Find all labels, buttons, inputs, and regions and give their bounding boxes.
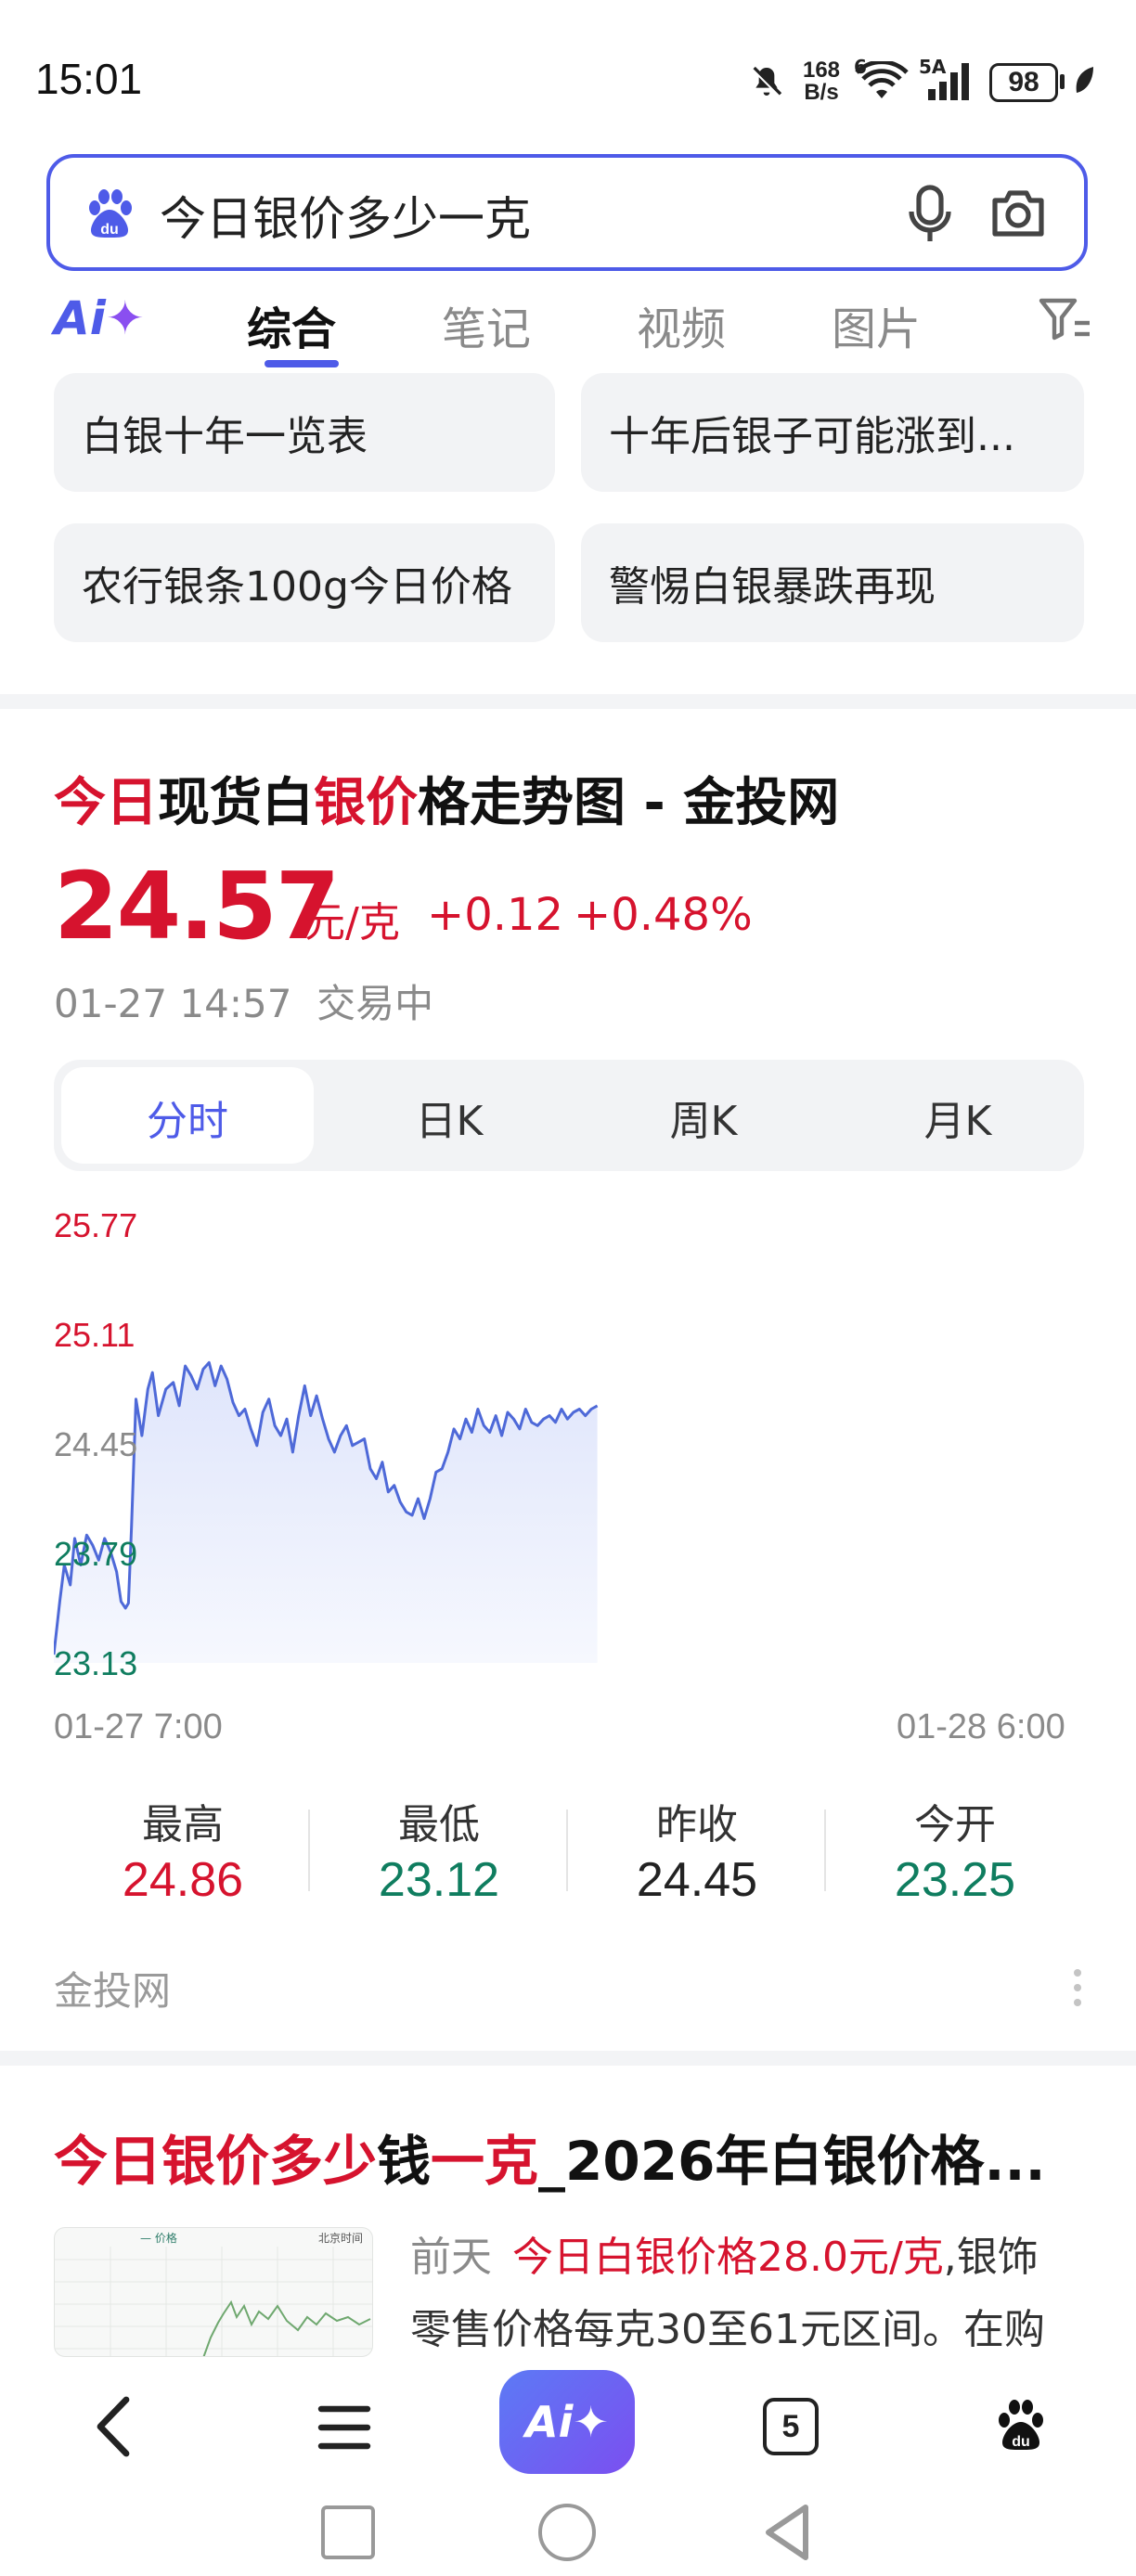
leaf-icon (1069, 61, 1101, 102)
wifi-badge: 6 (854, 56, 867, 78)
tabs-icon[interactable]: 5 (763, 2398, 819, 2455)
result-snippet-line2: 零售价格每克30至61元区间。在购 (410, 2306, 1045, 2353)
battery-tip (1060, 74, 1065, 89)
stat-divider (308, 1810, 310, 1891)
baidu-paw-icon[interactable]: du (991, 2394, 1051, 2455)
stat-open-label: 今开 (914, 1801, 996, 1848)
baidu-paw-icon: du (80, 184, 139, 243)
thumb-time-label: 北京时间 (318, 2232, 364, 2245)
menu-icon[interactable] (316, 2402, 373, 2454)
net-speed-unit: B/s (804, 80, 839, 105)
stat-low-label: 最低 (398, 1801, 480, 1848)
y-tick-label: 23.79 (54, 1535, 138, 1573)
recents-system-button[interactable] (321, 2505, 375, 2559)
y-tick-label: 24.45 (54, 1425, 138, 1463)
price-change: +0.12 (427, 889, 564, 941)
price-unit: 元/克 (304, 899, 400, 947)
stat-prev-close-label: 昨收 (656, 1801, 738, 1848)
title-highlight: 银价 (314, 773, 418, 833)
title-highlight: 一克 (431, 2130, 539, 2193)
more-options-icon[interactable] (1073, 1967, 1082, 2008)
y-tick-label: 25.77 (54, 1206, 138, 1244)
tab-images[interactable]: 图片 (832, 292, 921, 357)
title-text: 钱 (377, 2130, 432, 2193)
back-icon[interactable] (91, 2394, 139, 2459)
source-label[interactable]: 金投网 (54, 1960, 171, 2016)
ai-assistant-button[interactable]: Ai ✦ (499, 2370, 635, 2474)
svg-text:du: du (1012, 2434, 1030, 2450)
tab-notes[interactable]: 笔记 (442, 292, 531, 357)
suggestion-chip[interactable]: 农行银条100g今日价格 (54, 523, 555, 642)
current-price: 24.57 (54, 852, 340, 960)
quote-card-title[interactable]: 今日现货白银价格走势图 - 金投网 (54, 761, 839, 836)
signal-icon: 5A (919, 56, 978, 102)
snippet-highlight: 今日白银价格28.0元/克 (512, 2234, 944, 2281)
suggestion-chip[interactable]: 白银十年一览表 (54, 373, 555, 492)
sparkle-icon: ✦ (573, 2397, 609, 2447)
stat-high-value: 24.86 (122, 1853, 244, 1907)
result-snippet-line1: 前天 今日白银价格28.0元/克,银饰 (410, 2223, 1039, 2283)
period-tab-intraday[interactable]: 分时 (61, 1088, 314, 1147)
cell-badge: 5A (919, 56, 947, 78)
sparkle-icon: ✦ (105, 291, 145, 345)
x-tick-label: 01-27 7:00 (54, 1707, 223, 1746)
stat-divider (566, 1810, 568, 1891)
x-tick-label: 01-28 6:00 (897, 1707, 1065, 1746)
trade-timestamp-status: 01-27 14:57 交易中 (54, 981, 434, 1026)
stat-prev-close-value: 24.45 (636, 1853, 758, 1907)
title-text: 格走势图 - 金投网 (418, 773, 840, 833)
section-divider (0, 2051, 1136, 2066)
tab-count: 5 (781, 2408, 800, 2444)
net-speed: 168 B/s (800, 59, 843, 104)
tab-all[interactable]: 综合 (247, 292, 336, 357)
status-time: 15:01 (35, 55, 143, 103)
ai-tab-label: Ai (54, 291, 106, 345)
thumb-legend: — 价格 (140, 2232, 177, 2245)
battery-icon: 98 (989, 63, 1058, 102)
stat-open-value: 23.25 (894, 1853, 1016, 1907)
section-divider (0, 694, 1136, 709)
camera-icon[interactable] (989, 186, 1047, 239)
battery-level: 98 (1008, 67, 1039, 97)
tab-videos[interactable]: 视频 (637, 292, 726, 357)
snippet-text: ,银饰 (943, 2234, 1039, 2281)
suggestion-chip[interactable]: 十年后银子可能涨到... (581, 373, 1084, 492)
net-speed-value: 168 (802, 58, 841, 83)
stat-high-label: 最高 (142, 1801, 224, 1848)
title-text: _2026年白银价格... (538, 2130, 1046, 2193)
bell-off-icon (746, 61, 787, 102)
stat-low-value: 23.12 (378, 1853, 500, 1907)
suggestion-chip[interactable]: 警惕白银暴跌再现 (581, 523, 1084, 642)
search-input[interactable]: 今日银价多少一克 (160, 182, 531, 249)
svg-text:du: du (100, 222, 119, 238)
title-text: 现货白 (158, 773, 314, 833)
title-highlight: 今日 (54, 773, 158, 833)
price-change-percent: +0.48% (574, 889, 753, 941)
home-system-button[interactable] (538, 2504, 596, 2561)
microphone-icon[interactable] (904, 184, 956, 245)
back-system-button[interactable] (761, 2502, 813, 2563)
snippet-date: 前天 (410, 2234, 492, 2281)
stat-divider (824, 1810, 826, 1891)
period-tab-daily[interactable]: 日K (323, 1088, 575, 1147)
period-tab-weekly[interactable]: 周K (577, 1088, 830, 1147)
period-tab-monthly[interactable]: 月K (832, 1088, 1084, 1147)
active-tab-indicator (265, 360, 339, 367)
result-title[interactable]: 今日银价多少钱一克_2026年白银价格... (54, 2118, 1046, 2196)
y-tick-label: 25.11 (54, 1316, 136, 1354)
ai-button-label: Ai (525, 2397, 574, 2447)
price-chart[interactable] (54, 1206, 1084, 1689)
ai-tab[interactable]: Ai✦ (54, 291, 145, 345)
wifi-icon: 6 (852, 56, 911, 102)
title-highlight: 今日银价多少 (54, 2130, 378, 2193)
filter-icon[interactable] (1038, 295, 1091, 343)
y-tick-label: 23.13 (54, 1644, 138, 1682)
result-thumbnail[interactable]: — 价格 北京时间 (54, 2227, 373, 2357)
